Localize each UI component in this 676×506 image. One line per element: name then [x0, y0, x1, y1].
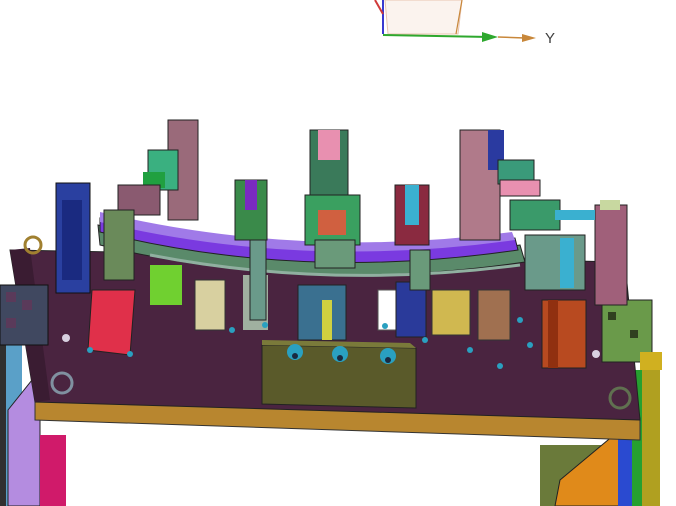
y-axis-line: [382, 34, 491, 38]
y-axis-arrowhead: [482, 32, 498, 42]
x-axis-line: [374, 0, 384, 15]
orientation-triad: [374, 0, 536, 42]
y-axis-label: Y: [545, 30, 556, 47]
cad-3d-viewport[interactable]: Y: [0, 0, 676, 506]
right-side-panel: [594, 200, 662, 370]
center-box: [261, 340, 417, 409]
fixture-assembly-model[interactable]: [0, 0, 676, 506]
y-axis-arrow-tip: [522, 34, 536, 42]
